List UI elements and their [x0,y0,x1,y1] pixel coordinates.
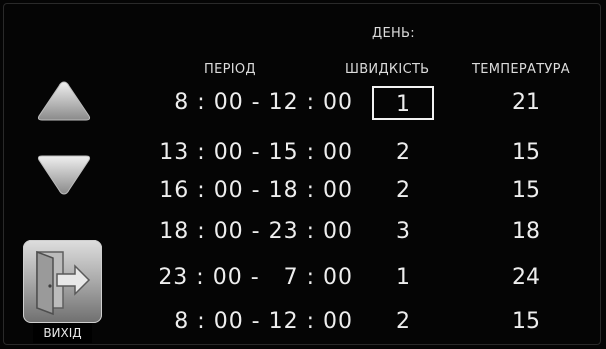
arrow-down-icon [37,155,91,195]
schedule-screen: ДЕНЬ: ПЕРІОД ШВИДКІСТЬ ТЕМПЕРАТУРА 8 : 0… [0,0,606,349]
speed-value[interactable]: 3 [372,219,434,244]
exit-button[interactable]: ВИХІД [23,240,102,344]
speed-value-selected[interactable]: 1 [372,86,434,120]
period-value: 23 : 00 - 7 : 00 [158,265,353,290]
exit-label: ВИХІД [33,323,92,343]
exit-tile [23,240,102,323]
day-label: ДЕНЬ: [372,26,415,41]
exit-door-icon [36,250,91,316]
scroll-down-button[interactable] [36,152,92,196]
temperature-value: 15 [512,140,540,165]
temperature-value: 15 [512,309,540,334]
speed-value[interactable]: 2 [372,140,434,165]
arrow-up-icon [37,81,91,121]
temperature-value: 15 [512,178,540,203]
temperature-value: 21 [512,90,540,115]
period-value: 8 : 00 - 12 : 00 [174,309,353,334]
period-value: 16 : 00 - 18 : 00 [159,178,353,203]
temperature-value: 18 [512,219,540,244]
speed-value[interactable]: 2 [372,178,434,203]
speed-value[interactable]: 1 [372,265,434,290]
speed-value[interactable]: 2 [372,309,434,334]
speed-column-header: ШВИДКІСТЬ [345,62,430,77]
period-value: 13 : 00 - 15 : 00 [159,140,353,165]
period-value: 8 : 00 - 12 : 00 [174,90,353,115]
period-column-header: ПЕРІОД [204,62,256,77]
temperature-value: 24 [512,265,540,290]
temperature-column-header: ТЕМПЕРАТУРА [472,62,570,77]
period-value: 18 : 00 - 23 : 00 [159,219,353,244]
scroll-up-button[interactable] [36,80,92,124]
